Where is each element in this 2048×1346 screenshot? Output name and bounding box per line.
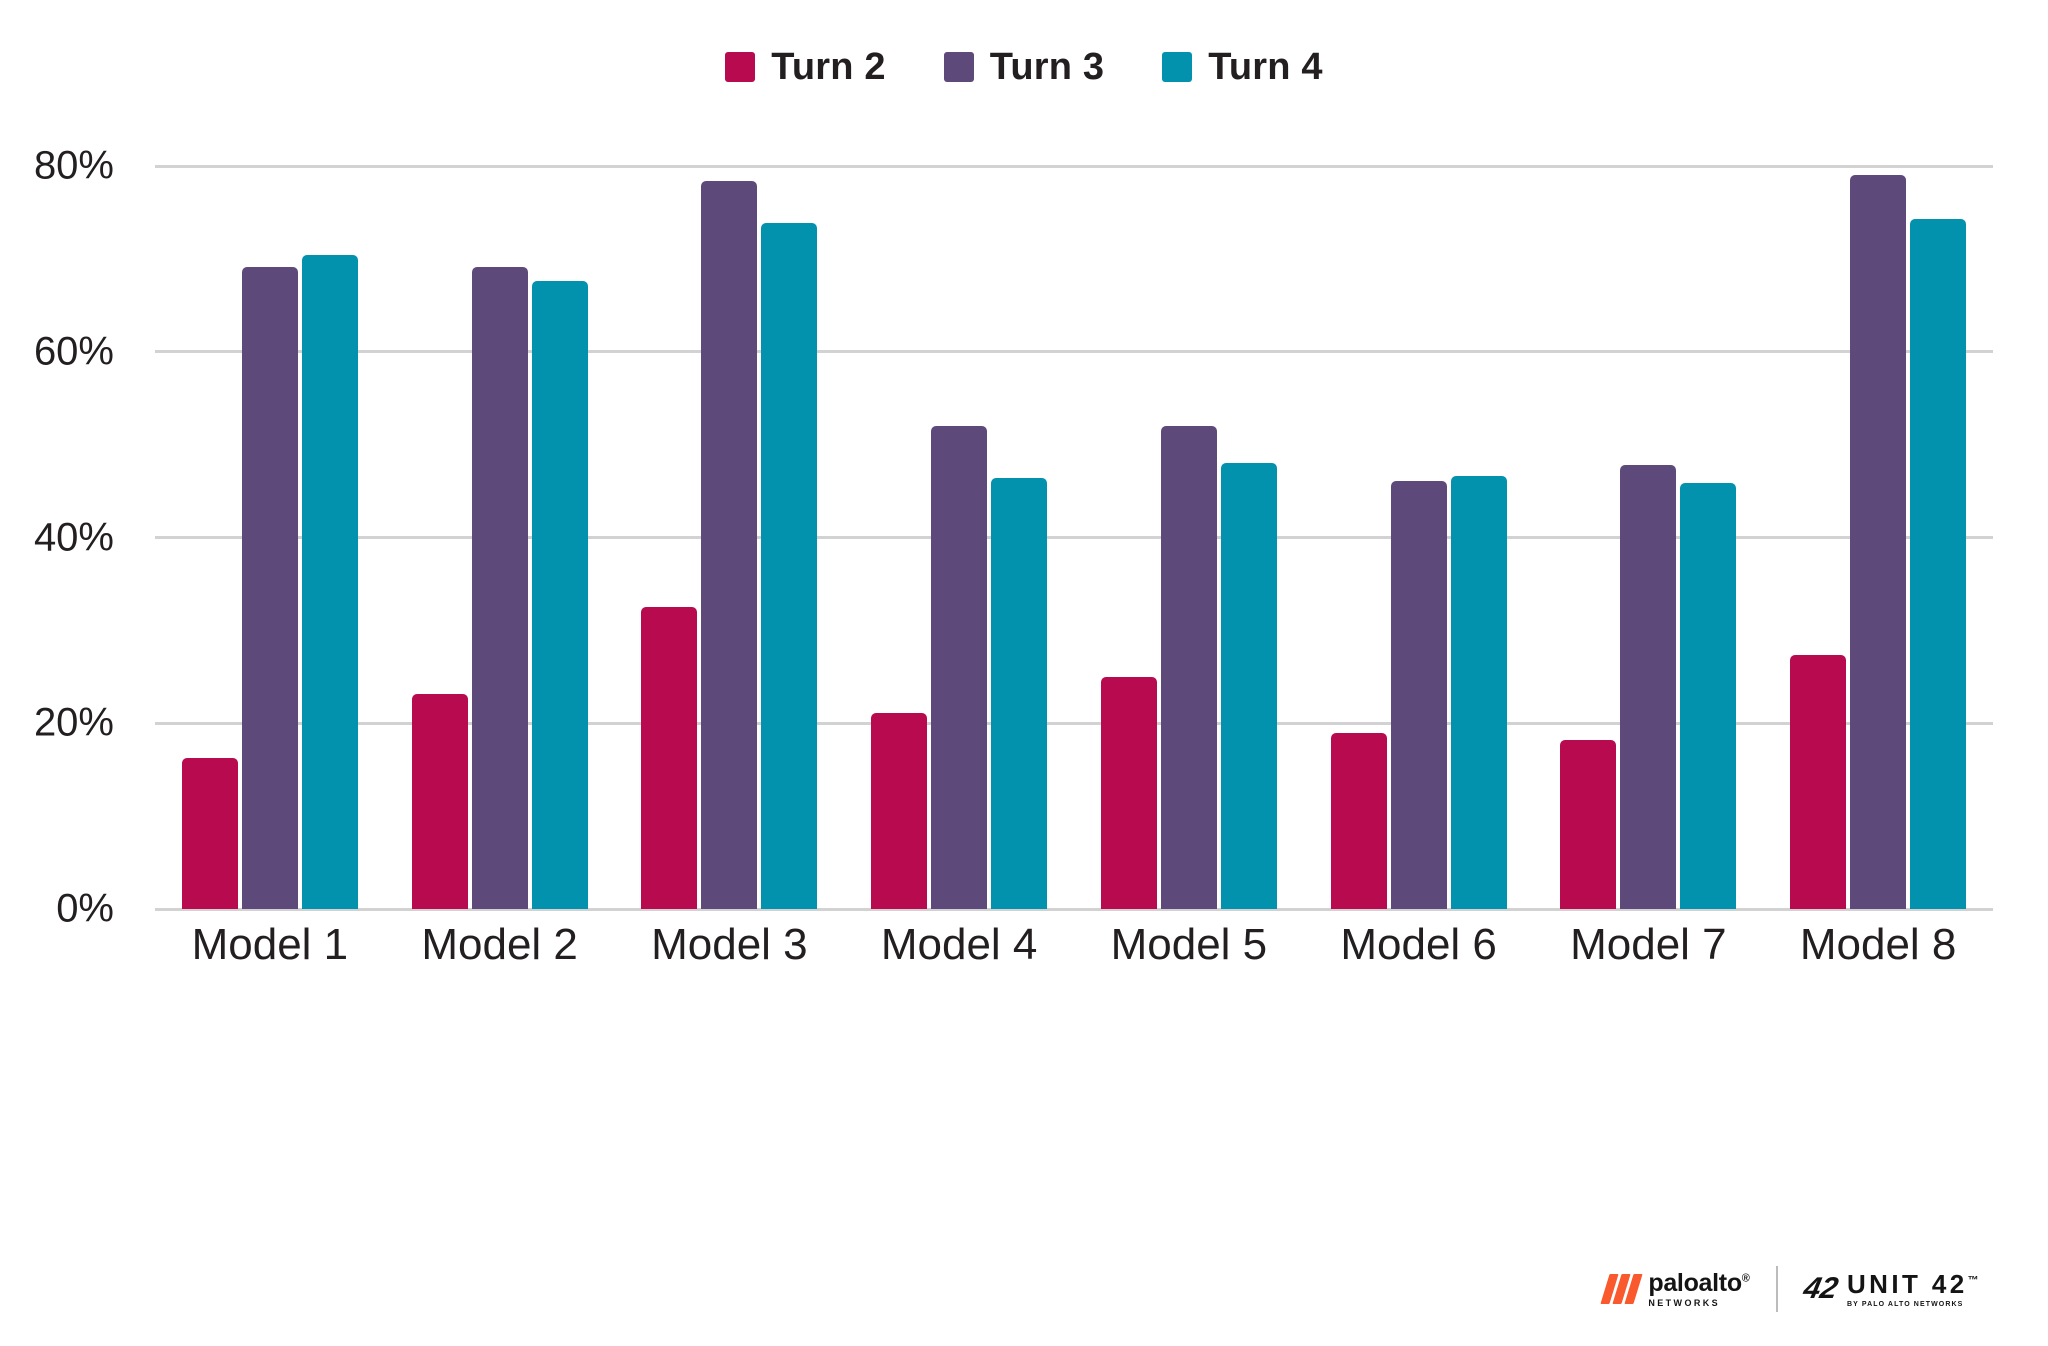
footer-divider <box>1775 1266 1778 1312</box>
y-axis-tick-label-80: 80% <box>33 143 114 188</box>
bar-group-7 <box>1534 166 1764 909</box>
bar-model-5-turn-2[interactable] <box>1100 676 1157 909</box>
bar-group-5 <box>1074 166 1304 909</box>
legend-label-turn-4: Turn 4 <box>1208 46 1323 88</box>
unit42-name: UNIT 42 <box>1846 1268 1968 1299</box>
legend-item-turn-2[interactable]: Turn 2 <box>725 48 886 86</box>
x-axis-label-2: Model 2 <box>421 920 578 969</box>
bar-groups <box>155 166 1993 909</box>
chart-page: Turn 2 Turn 3 Turn 4 80% 60% 40% 20% 0% Model … <box>0 0 2048 1346</box>
bar-model-7-turn-3[interactable] <box>1620 465 1677 909</box>
unit42-wordmark: UNIT 42™ BY PALO ALTO NETWORKS <box>1847 1271 1982 1308</box>
legend-label-turn-2: Turn 2 <box>771 46 886 88</box>
bar-model-8-turn-4[interactable] <box>1910 218 1967 909</box>
bar-model-7-turn-4[interactable] <box>1680 482 1737 909</box>
bar-group-6 <box>1304 166 1534 909</box>
unit42-subtitle: BY PALO ALTO NETWORKS <box>1846 1300 1964 1308</box>
bar-model-8-turn-2[interactable] <box>1790 654 1847 909</box>
bar-model-5-turn-3[interactable] <box>1160 426 1217 909</box>
bar-model-3-turn-2[interactable] <box>641 607 698 909</box>
bar-model-6-turn-4[interactable] <box>1450 476 1507 909</box>
y-axis-tick-label-0: 0% <box>56 886 114 931</box>
paloalto-wordmark: paloalto® NETWORKS <box>1648 1268 1750 1308</box>
x-axis-labels: Model 1 Model 2 Model 3 Model 4 Model 5 Model… <box>155 920 1993 970</box>
paloalto-networks-logo: paloalto® NETWORKS <box>1600 1268 1750 1308</box>
bar-model-1-turn-4[interactable] <box>301 255 358 909</box>
bar-model-5-turn-4[interactable] <box>1220 463 1277 909</box>
bar-model-2-turn-4[interactable] <box>531 281 588 909</box>
bar-group-3 <box>615 166 845 909</box>
y-axis-tick-label-40: 40% <box>33 515 114 559</box>
x-axis-label-4: Model 4 <box>880 920 1038 969</box>
y-axis-tick-label-60: 60% <box>33 329 114 374</box>
legend-swatch-turn-4 <box>1162 52 1193 82</box>
legend-swatch-turn-3 <box>943 52 974 82</box>
bar-group-2 <box>385 166 615 909</box>
bar-model-8-turn-3[interactable] <box>1850 175 1907 909</box>
x-axis-label-5: Model 5 <box>1110 920 1268 969</box>
x-axis-label-7: Model 7 <box>1570 920 1727 969</box>
bar-model-4-turn-3[interactable] <box>931 426 988 909</box>
bar-model-2-turn-3[interactable] <box>471 267 528 909</box>
unit42-trademark: ™ <box>1967 1273 1982 1286</box>
bar-model-4-turn-4[interactable] <box>991 478 1048 909</box>
paloalto-mark-icon <box>1600 1274 1643 1304</box>
x-axis-label-8: Model 8 <box>1799 920 1957 969</box>
plot-area <box>155 164 1993 911</box>
x-axis-label-1: Model 1 <box>191 920 349 969</box>
y-axis-labels: 80% 60% 40% 20% 0% <box>0 144 130 931</box>
legend-label-turn-3: Turn 3 <box>989 46 1105 88</box>
bar-model-1-turn-3[interactable] <box>241 267 298 909</box>
x-axis-label-3: Model 3 <box>651 920 808 969</box>
footer-logos: paloalto® NETWORKS 42 UNIT 42™ BY PALO A… <box>1600 1266 1982 1312</box>
paloalto-trademark: ® <box>1741 1272 1750 1285</box>
bar-model-3-turn-4[interactable] <box>761 222 818 909</box>
bar-model-6-turn-3[interactable] <box>1390 480 1447 909</box>
bar-model-7-turn-2[interactable] <box>1560 739 1617 909</box>
legend-swatch-turn-2 <box>725 52 756 82</box>
bar-group-1 <box>155 166 385 909</box>
legend-item-turn-4[interactable]: Turn 4 <box>1162 48 1323 86</box>
chart-legend: Turn 2 Turn 3 Turn 4 <box>0 48 2048 86</box>
bar-group-4 <box>844 166 1074 909</box>
bar-group-8 <box>1763 166 1993 909</box>
bar-model-3-turn-3[interactable] <box>701 180 758 909</box>
bar-model-2-turn-2[interactable] <box>411 694 468 909</box>
y-axis-tick-label-20: 20% <box>33 700 114 745</box>
unit42-slash-icon: 42 <box>1800 1272 1841 1305</box>
bar-model-4-turn-2[interactable] <box>871 713 928 909</box>
bar-model-6-turn-2[interactable] <box>1330 732 1387 909</box>
paloalto-name: paloalto <box>1648 1268 1742 1297</box>
x-axis-label-6: Model 6 <box>1340 920 1497 969</box>
unit42-logo: 42 UNIT 42™ BY PALO ALTO NETWORKS <box>1800 1271 1982 1308</box>
legend-item-turn-3[interactable]: Turn 3 <box>943 46 1105 88</box>
bar-model-1-turn-2[interactable] <box>181 757 238 909</box>
paloalto-subtitle: NETWORKS <box>1648 1297 1721 1308</box>
